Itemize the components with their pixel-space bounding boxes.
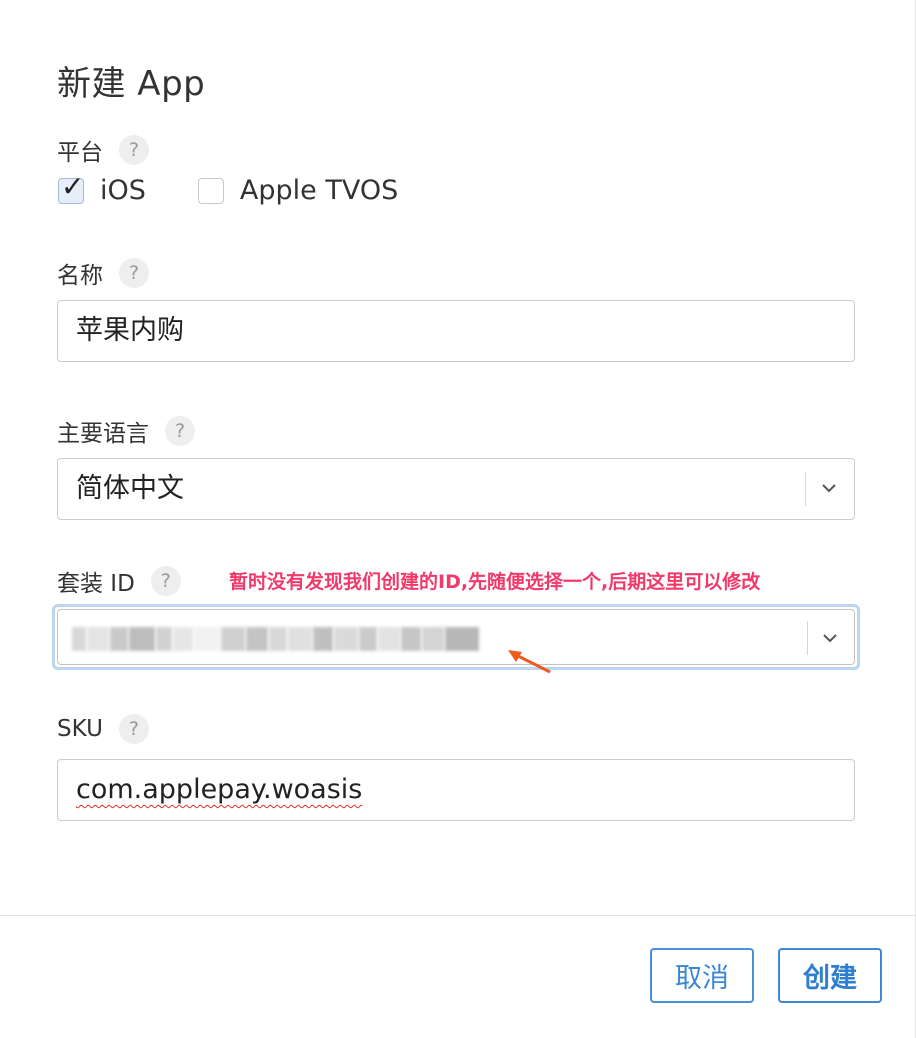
sku-input-value: com.applepay.woasis bbox=[76, 774, 363, 805]
sku-label: SKU bbox=[57, 716, 103, 742]
sku-input[interactable]: com.applepay.woasis bbox=[57, 759, 855, 821]
select-divider bbox=[805, 472, 806, 506]
name-input[interactable]: 苹果内购 bbox=[57, 300, 855, 362]
footer-divider bbox=[0, 915, 916, 916]
sku-help-icon[interactable]: ? bbox=[118, 714, 149, 744]
sku-label-row: SKU ? bbox=[57, 714, 149, 744]
checkmark-icon: ✓ bbox=[61, 169, 85, 203]
language-label: 主要语言 bbox=[57, 421, 149, 447]
language-label-row: 主要语言 ? bbox=[57, 414, 195, 448]
bundle-id-help-icon[interactable]: ? bbox=[150, 566, 181, 596]
name-help-icon[interactable]: ? bbox=[119, 258, 149, 288]
create-button[interactable]: 创建 bbox=[778, 948, 882, 1003]
platform-label-row: 平台 ? bbox=[57, 133, 149, 167]
chevron-down-icon[interactable] bbox=[819, 627, 841, 649]
bundle-id-label: 套装 ID bbox=[57, 571, 135, 597]
new-app-dialog: 新建 App 平台 ? ✓ iOS Apple TVOS 名称 ? 苹果内购 主… bbox=[0, 0, 916, 1038]
platform-help-icon[interactable]: ? bbox=[119, 135, 149, 165]
name-label: 名称 bbox=[57, 263, 103, 289]
chevron-down-icon[interactable] bbox=[818, 477, 840, 499]
bundle-id-select[interactable] bbox=[52, 604, 860, 670]
apple-tvos-checkbox[interactable] bbox=[197, 177, 224, 204]
ios-checkbox[interactable]: ✓ bbox=[58, 172, 84, 204]
ios-checkbox-label[interactable]: iOS bbox=[100, 175, 146, 206]
platform-options: ✓ iOS Apple TVOS bbox=[58, 172, 450, 206]
dialog-title: 新建 App bbox=[57, 64, 206, 104]
language-select-value: 简体中文 bbox=[76, 473, 184, 504]
arrow-icon bbox=[508, 650, 551, 674]
select-divider bbox=[807, 621, 808, 655]
apple-tvos-checkbox-label[interactable]: Apple TVOS bbox=[240, 175, 398, 206]
language-select[interactable]: 简体中文 bbox=[57, 458, 855, 520]
cancel-button[interactable]: 取消 bbox=[650, 948, 754, 1003]
bundle-id-select-inner bbox=[57, 609, 855, 665]
bundle-id-label-row: 套装 ID ? bbox=[57, 564, 181, 598]
platform-label: 平台 bbox=[57, 140, 103, 166]
name-input-value: 苹果内购 bbox=[76, 315, 184, 346]
name-label-row: 名称 ? bbox=[57, 256, 149, 290]
bundle-id-blurred-value bbox=[72, 627, 480, 655]
bundle-id-annotation: 暂时没有发现我们创建的ID,先随便选择一个,后期这里可以修改 bbox=[229, 571, 761, 593]
language-help-icon[interactable]: ? bbox=[165, 416, 195, 446]
